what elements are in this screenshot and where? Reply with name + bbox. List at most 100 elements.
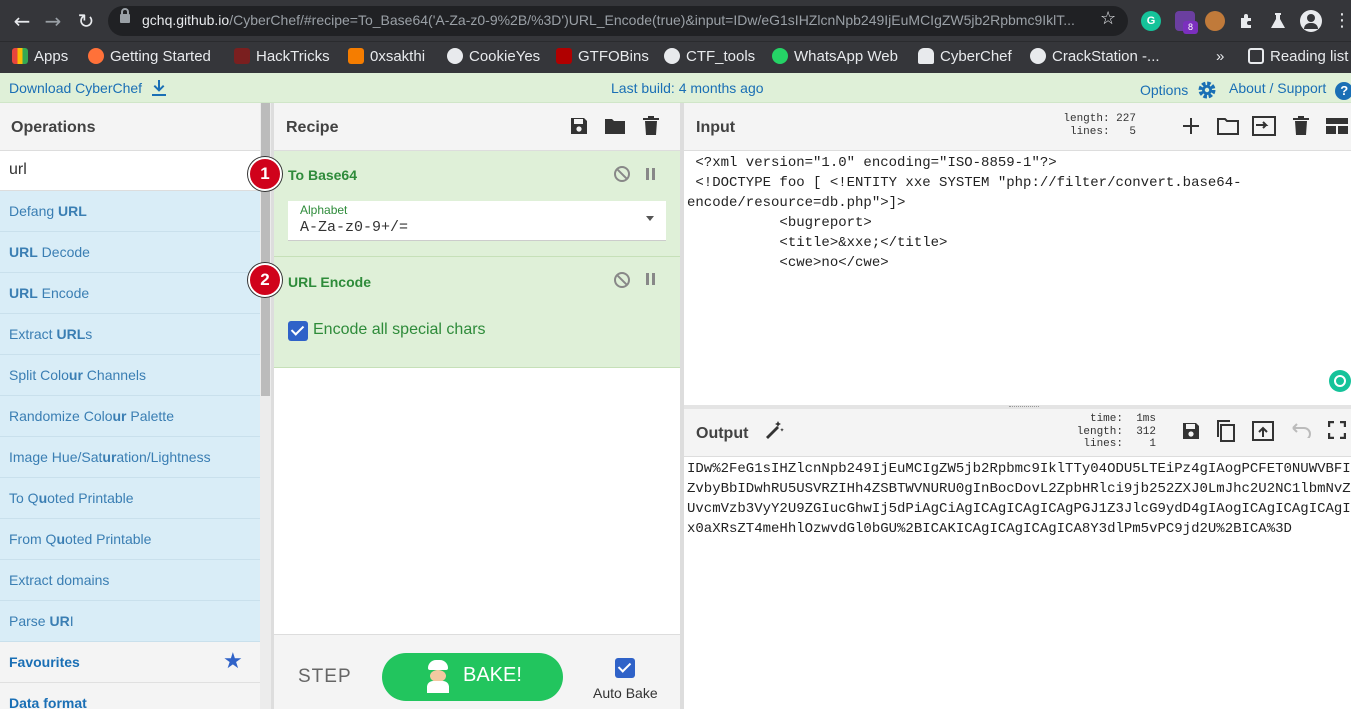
chevron-down-icon <box>646 216 654 221</box>
auto-bake-checkbox[interactable] <box>615 658 635 678</box>
bookmark-label: CyberChef <box>940 48 1012 65</box>
alphabet-label: Alphabet <box>300 203 348 217</box>
undo-icon[interactable] <box>1290 422 1312 438</box>
category-data-format[interactable]: Data format <box>0 683 260 709</box>
op-url-encode[interactable]: URL Encode <box>0 273 260 314</box>
op-extract-domains[interactable]: Extract domains <box>0 560 260 601</box>
op-to-quoted-printable[interactable]: To Quoted Printable <box>0 478 260 519</box>
globe-icon <box>664 48 680 64</box>
op-defang-url[interactable]: Defang URL <box>0 191 260 232</box>
options-label: Options <box>1140 82 1189 98</box>
help-icon: ? <box>1335 82 1351 100</box>
operations-scrollbar[interactable] <box>260 103 271 709</box>
ingredient-url-encode[interactable]: 2 URL Encode Encode all special chars <box>248 257 680 368</box>
disable-operation-icon[interactable] <box>614 166 630 182</box>
op-text: Palette <box>126 408 174 424</box>
maximise-output-icon[interactable] <box>1328 421 1346 439</box>
step-number-badge: 1 <box>248 157 282 191</box>
bookmark-label: Getting Started <box>110 48 211 65</box>
cookie-extension-icon[interactable] <box>1205 11 1225 31</box>
add-tab-plus-icon[interactable] <box>1181 116 1201 136</box>
scrollbar-thumb[interactable] <box>261 103 270 396</box>
op-match: URL <box>9 244 38 260</box>
input-panel: Input length: 227 lines: 5 <?xml version… <box>684 103 1351 405</box>
op-from-quoted-printable[interactable]: From Quoted Printable <box>0 519 260 560</box>
grammarly-icon[interactable] <box>1329 370 1351 392</box>
operations-header: Operations <box>0 103 260 151</box>
reading-list-label: Reading list <box>1270 48 1349 65</box>
bake-button[interactable]: BAKE! <box>382 653 563 701</box>
magic-wand-icon[interactable] <box>764 420 784 440</box>
operations-search-input[interactable] <box>9 161 249 179</box>
load-recipe-folder-icon[interactable] <box>604 117 626 135</box>
bookmark-cyberchef[interactable]: CyberChef <box>918 46 1012 68</box>
op-text: Image Hue/Sat <box>9 449 103 465</box>
clear-recipe-trash-icon[interactable] <box>642 115 660 136</box>
breakpoint-pause-icon[interactable] <box>646 273 655 285</box>
labs-flask-icon[interactable] <box>1270 12 1286 30</box>
breakpoint-pause-icon[interactable] <box>646 168 655 180</box>
recipe-panel: Recipe 1 To Base64 Alphabet A-Za-z0-9+/=… <box>248 103 680 709</box>
bookmark-label: CTF_tools <box>686 48 756 65</box>
alphabet-select[interactable]: Alphabet A-Za-z0-9+/= <box>288 201 666 241</box>
save-output-icon[interactable] <box>1181 421 1201 441</box>
category-label: Data format <box>9 695 87 709</box>
op-match: URL <box>56 326 86 342</box>
bookmark-crackstation[interactable]: CrackStation -... <box>1030 46 1160 68</box>
step-button[interactable]: STEP <box>298 666 352 688</box>
encode-all-special-chars-checkbox[interactable] <box>288 321 308 341</box>
reading-list[interactable]: Reading list <box>1248 46 1348 68</box>
download-cyberchef-link[interactable]: Download CyberChef <box>9 80 166 96</box>
forward-arrow-icon[interactable]: → <box>40 8 66 34</box>
menu-dots-icon[interactable]: ⋮ <box>1329 8 1351 34</box>
disable-operation-icon[interactable] <box>614 272 630 288</box>
op-split-colour-channels[interactable]: Split Colour Channels <box>0 355 260 396</box>
reload-icon[interactable]: ↻ <box>73 8 99 34</box>
operations-search-box <box>0 151 260 191</box>
open-file-folder-icon[interactable] <box>1217 117 1239 135</box>
bookmark-getting-started[interactable]: Getting Started <box>88 46 211 68</box>
open-folder-input-icon[interactable] <box>1252 116 1276 136</box>
bookmark-cookieyes[interactable]: CookieYes <box>447 46 540 68</box>
op-url-decode[interactable]: URL Decode <box>0 232 260 273</box>
save-recipe-icon[interactable] <box>569 116 589 136</box>
about-label: About / Support <box>1229 80 1327 96</box>
options-link[interactable]: Options <box>1140 80 1217 100</box>
globe-icon <box>1030 48 1046 64</box>
auto-bake-label[interactable]: Auto Bake <box>593 685 658 701</box>
op-parse-uri[interactable]: Parse URI <box>0 601 260 642</box>
clear-input-trash-icon[interactable] <box>1292 115 1310 136</box>
replace-input-with-output-icon[interactable] <box>1252 421 1274 441</box>
op-randomize-colour-palette[interactable]: Randomize Colour Palette <box>0 396 260 437</box>
chef-hat-icon <box>918 48 934 64</box>
encode-all-special-chars-label[interactable]: Encode all special chars <box>313 321 486 339</box>
input-stats: length: 227 lines: 5 <box>1063 113 1136 138</box>
lock-icon[interactable] <box>120 8 130 23</box>
apps-grid-icon <box>12 48 28 64</box>
bookmark-0xsakthi[interactable]: 0xsakthi <box>348 46 425 68</box>
bookmark-star-icon[interactable]: ☆ <box>1100 8 1116 29</box>
op-text: Randomize Colo <box>9 408 113 424</box>
profile-avatar[interactable] <box>1300 10 1322 32</box>
op-text: oted Printable <box>47 490 134 506</box>
reset-layout-icon[interactable] <box>1326 117 1348 135</box>
bookmark-gtfobins[interactable]: GTFOBins <box>556 46 649 68</box>
bookmark-hacktricks[interactable]: HackTricks <box>234 46 330 68</box>
ingredient-to-base64[interactable]: 1 To Base64 Alphabet A-Za-z0-9+/= <box>248 151 680 257</box>
bookmark-whatsapp[interactable]: WhatsApp Web <box>772 46 898 68</box>
download-icon <box>151 80 166 96</box>
copy-output-icon[interactable] <box>1216 420 1236 442</box>
bookmark-apps[interactable]: Apps <box>12 46 68 68</box>
grammarly-extension-icon[interactable]: G <box>1141 11 1161 31</box>
bookmark-ctf-tools[interactable]: CTF_tools <box>664 46 755 68</box>
back-arrow-icon[interactable]: ← <box>9 8 35 34</box>
about-support-link[interactable]: About / Support ? <box>1229 80 1351 100</box>
input-textarea[interactable]: <?xml version="1.0" encoding="ISO-8859-1… <box>687 153 1242 273</box>
puzzle-extensions-icon[interactable] <box>1238 12 1256 30</box>
category-favourites[interactable]: Favourites ★ <box>0 642 260 683</box>
op-extract-urls[interactable]: Extract URLs <box>0 314 260 355</box>
more-bookmarks-icon[interactable]: » <box>1216 46 1224 68</box>
output-text[interactable]: IDw%2FeG1sIHZlcnNpb249IjEuMCIgZW5jb2Rpbm… <box>687 459 1351 539</box>
url-text[interactable]: gchq.github.io/CyberChef/#recipe=To_Base… <box>142 12 1092 28</box>
op-image-hue-saturation[interactable]: Image Hue/Saturation/Lightness <box>0 437 260 478</box>
